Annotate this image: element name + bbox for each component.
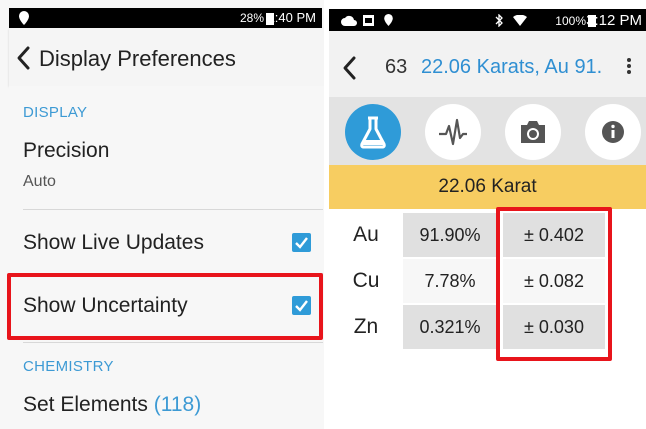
element-symbol: Au bbox=[353, 223, 379, 246]
element-symbol: Cu bbox=[352, 269, 380, 292]
cloud-icon bbox=[341, 15, 357, 26]
back-arrow-icon[interactable] bbox=[339, 55, 361, 81]
status-bar: 28% 1:40 PM bbox=[9, 8, 322, 28]
live-updates-label: Show Live Updates bbox=[23, 231, 204, 254]
sample-title: 22.06 Karats, Au 91.90% bbox=[421, 56, 601, 78]
set-elements-label: Set Elements bbox=[23, 393, 148, 416]
image-icon bbox=[363, 15, 374, 26]
precision-value: Auto bbox=[23, 173, 56, 190]
more-vert-icon[interactable] bbox=[626, 57, 632, 75]
back-arrow-icon[interactable] bbox=[13, 44, 35, 72]
divider bbox=[23, 209, 323, 210]
page-title: Display Preferences bbox=[39, 46, 236, 71]
clock: 3:12 PM bbox=[586, 12, 642, 29]
preferences-list: DISPLAY Precision Auto Show Live Updates… bbox=[9, 86, 324, 429]
set-elements-item[interactable]: Set Elements (118) bbox=[23, 393, 201, 417]
flask-icon bbox=[360, 116, 386, 149]
battery-percentage: 100% bbox=[555, 14, 586, 28]
tab-chemistry[interactable] bbox=[345, 104, 401, 160]
live-updates-checkbox[interactable] bbox=[292, 233, 311, 252]
sample-id: 63 bbox=[385, 56, 408, 78]
result-banner: 22.06 Karat bbox=[329, 165, 646, 209]
element-percent: 91.90% bbox=[403, 213, 497, 257]
uncertainty-column-highlight-box bbox=[496, 207, 612, 361]
wifi-icon bbox=[513, 15, 527, 26]
app-bar: 63 22.06 Karats, Au 91.90% bbox=[329, 31, 646, 97]
elements-count: (118) bbox=[153, 393, 202, 416]
precision-label: Precision bbox=[23, 139, 110, 162]
tab-spectrum[interactable] bbox=[425, 104, 481, 160]
tab-info[interactable] bbox=[585, 104, 641, 160]
bluetooth-icon bbox=[495, 14, 503, 27]
tab-bar bbox=[329, 97, 646, 165]
tab-camera[interactable] bbox=[505, 104, 561, 160]
camera-icon bbox=[521, 121, 545, 143]
display-preferences-screen: 28% 1:40 PM Display Preferences DISPLAY … bbox=[0, 0, 324, 429]
checkmark-icon bbox=[295, 237, 308, 249]
divider bbox=[23, 342, 323, 343]
spectrum-icon bbox=[439, 118, 467, 146]
element-percent: 7.78% bbox=[403, 259, 497, 303]
battery-percentage: 28% bbox=[239, 11, 264, 25]
element-symbol: Zn bbox=[353, 315, 379, 338]
location-icon bbox=[19, 11, 29, 25]
location-icon bbox=[384, 14, 393, 26]
info-icon bbox=[602, 121, 624, 143]
section-header-chemistry: CHEMISTRY bbox=[23, 358, 114, 375]
sample-result-screen: 100% 3:12 PM 63 22.06 Karats, Au 91.90% bbox=[329, 0, 646, 429]
uncertainty-highlight-box bbox=[7, 273, 323, 340]
section-header-display: DISPLAY bbox=[23, 104, 88, 121]
clock: 1:40 PM bbox=[267, 10, 316, 25]
status-bar: 100% 3:12 PM bbox=[329, 9, 646, 31]
element-percent: 0.321% bbox=[403, 305, 497, 349]
app-bar: Display Preferences bbox=[9, 28, 324, 86]
